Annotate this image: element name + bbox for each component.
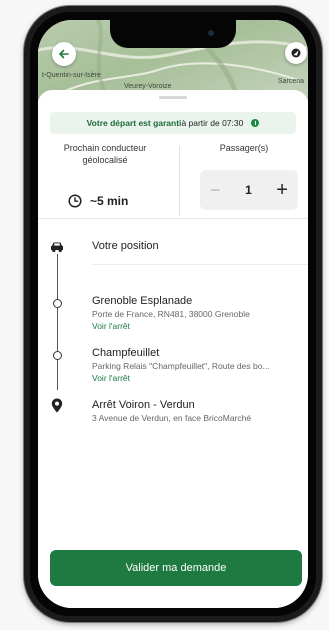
increment-button[interactable]: + [276,179,288,202]
camera-notch [110,20,236,48]
phone-bezel: t-Quentin-sur-Isère Veurey-Voroize Sarce… [30,12,316,616]
validate-request-button[interactable]: Valider ma demande [50,550,302,586]
camera-lens [208,30,214,36]
stop-address: Porte de France, RN481, 38000 Grenoble [92,309,250,319]
phone-frame: t-Quentin-sur-Isère Veurey-Voroize Sarce… [24,6,322,622]
locate-button[interactable] [285,42,307,64]
stop-marker-icon [50,348,64,362]
passenger-stepper: − 1 + [200,170,298,210]
location-pin-icon [291,48,301,58]
decrement-button[interactable]: − [210,180,221,201]
timeline-line [57,250,58,390]
destination-pin-icon [50,398,64,412]
driver-title: Prochain conducteur géolocalisé [63,143,147,165]
driver-eta: ~5 min [68,194,128,208]
stop-address: Parking Relais "Champfeuillet", Route de… [92,361,270,371]
map-label-left: t-Quentin-sur-Isère [42,72,101,79]
origin-label: Votre position [92,240,159,252]
banner-bold-text: Votre départ est garanti [86,118,182,128]
view-stop-link[interactable]: Voir l'arrêt [92,320,300,332]
clock-icon [68,194,82,208]
passengers-title: Passager(s) [219,143,269,153]
stop-marker-icon [50,296,64,310]
map-label-right: Sarcena [278,78,305,85]
departure-guarantee-banner: Votre départ est garanti à partir de 07:… [50,112,296,134]
passenger-count: 1 [245,183,252,197]
back-arrow-icon [59,49,69,59]
column-divider [179,146,180,216]
car-icon [50,240,64,254]
driver-column: Prochain conducteur géolocalisé [46,142,164,166]
phone-screen: t-Quentin-sur-Isère Veurey-Voroize Sarce… [38,20,308,608]
passengers-column: Passager(s) [184,142,304,154]
info-icon[interactable] [251,119,260,127]
sheet-drag-handle[interactable] [159,96,187,99]
app-screenshot: t-Quentin-sur-Isère Veurey-Voroize Sarce… [0,0,329,630]
destination-address: 3 Avenue de Verdun, en face BricoMarché [92,413,252,423]
view-stop-link[interactable]: Voir l'arrêt [92,372,300,384]
origin-separator [92,264,308,265]
eta-value: ~5 min [90,194,129,208]
system-nav-bar: ||| [38,598,308,608]
stop-name: Champfeuillet [92,347,160,359]
section-divider [38,218,308,219]
booking-sheet: Votre départ est garanti à partir de 07:… [38,90,308,608]
banner-time-text: à partir de 07:30 [181,118,244,128]
back-button[interactable] [52,42,76,66]
map-label-center: Veurey-Voroize [124,83,172,90]
destination-name: Arrêt Voiron - Verdun [92,399,195,411]
stop-name: Grenoble Esplanade [92,295,193,307]
